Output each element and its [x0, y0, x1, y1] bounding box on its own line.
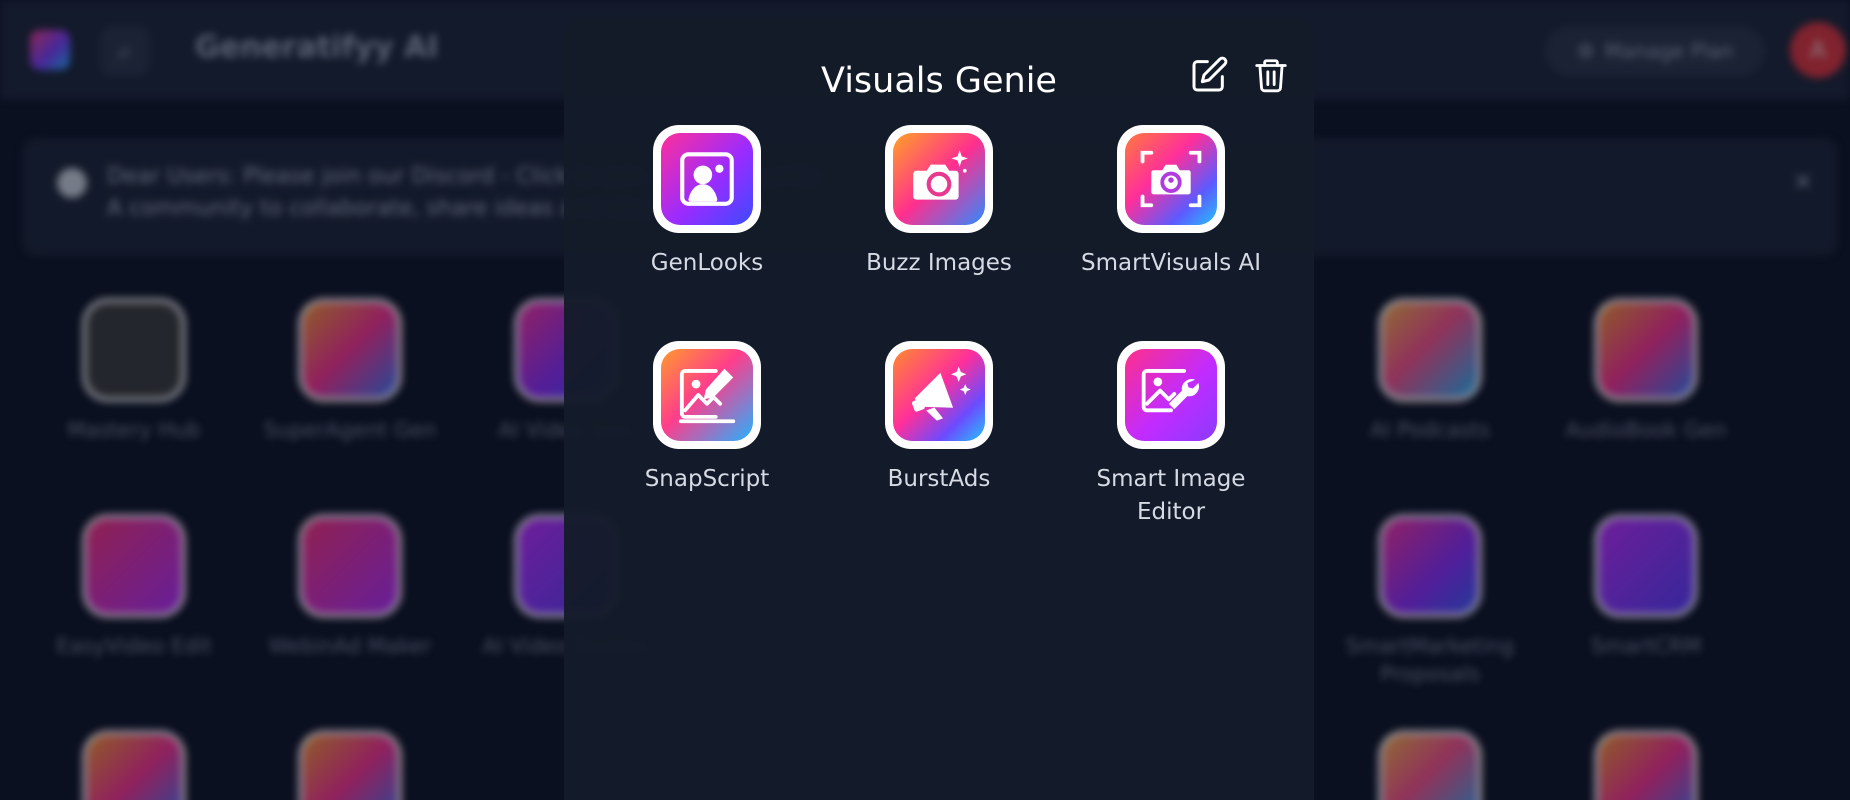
bg-app-label: EasyVideo Edit [56, 634, 212, 658]
bg-app-tile[interactable] [250, 730, 450, 800]
bg-app-label: SmartCRM [1590, 634, 1702, 658]
app-icon [1594, 298, 1698, 402]
app-label: SnapScript [644, 466, 770, 492]
bg-app-label: SmartMarketing Proposals [1345, 634, 1515, 687]
app-tile [653, 341, 761, 449]
app-label: Buzz Images [866, 250, 1012, 276]
bg-app-label: Mastery Hub [67, 418, 201, 442]
folder-modal: Visuals Genie GenLooks Buzz Images Smart… [564, 17, 1314, 800]
app-tile [1117, 125, 1225, 233]
app-icon [298, 730, 402, 800]
close-icon[interactable]: ✕ [1793, 168, 1813, 196]
app-icon [1378, 514, 1482, 618]
app-icon [1378, 730, 1482, 800]
bg-app-tile[interactable]: SuperAgent Gen [250, 298, 450, 444]
megaphone-icon [912, 366, 971, 421]
brand-logo-icon[interactable] [30, 30, 70, 70]
bg-app-label: WebinAd Maker [268, 634, 432, 658]
manage-plan-button[interactable]: ⚙ Manage Plan [1545, 26, 1765, 76]
app-burstads[interactable]: BurstAds [829, 341, 1049, 496]
page: ⌕ Generatifyy AI ⚙ Manage Plan A Dear Us… [0, 0, 1850, 800]
app-icon [1594, 514, 1698, 618]
app-icon-bg [661, 133, 753, 225]
bg-app-tile[interactable]: SmartMarketing Proposals [1330, 514, 1530, 689]
bg-app-tile[interactable]: AudioBook Gen [1546, 298, 1746, 444]
app-tile [653, 125, 761, 233]
app-icon [82, 298, 186, 402]
info-icon [57, 168, 87, 198]
app-label: SmartVisuals AI [1080, 250, 1262, 276]
search-icon: ⌕ [117, 34, 133, 67]
bg-app-tile[interactable] [34, 730, 234, 800]
bg-app-tile[interactable]: SmartCRM [1546, 514, 1746, 660]
app-genlooks[interactable]: GenLooks [597, 125, 817, 280]
app-icon-bg [893, 349, 985, 441]
bg-app-label: AI Podcasts [1370, 418, 1490, 442]
app-icon-bg [893, 133, 985, 225]
bg-app-tile[interactable]: EasyVideo Edit [34, 514, 234, 660]
delete-button[interactable] [1243, 47, 1299, 103]
app-tile [885, 341, 993, 449]
bg-app-tile[interactable]: Mastery Hub [34, 298, 234, 444]
focus-camera-icon [1140, 150, 1202, 208]
avatar[interactable]: A [1790, 22, 1846, 78]
app-icon [1594, 730, 1698, 800]
image-wrench-icon [1141, 369, 1199, 413]
bg-app-label: SuperAgent Gen [263, 418, 437, 442]
image-pencil-icon [678, 368, 736, 424]
app-buzz-images[interactable]: Buzz Images [829, 125, 1049, 280]
app-icon-bg [1125, 133, 1217, 225]
app-smartvisuals-ai[interactable]: SmartVisuals AI [1061, 125, 1281, 280]
manage-plan-label: Manage Plan [1604, 39, 1734, 63]
app-icon [298, 514, 402, 618]
app-icon-bg [661, 349, 753, 441]
app-snapscript[interactable]: SnapScript [597, 341, 817, 496]
bg-app-tile[interactable] [1330, 730, 1530, 800]
bg-app-tile[interactable]: AI Podcasts [1330, 298, 1530, 444]
app-icon [1378, 298, 1482, 402]
app-label: GenLooks [650, 250, 764, 276]
trash-icon [1255, 59, 1287, 93]
sparkle-camera-icon [913, 150, 968, 200]
bg-app-tile[interactable]: WebinAd Maker [250, 514, 450, 660]
app-smart-image-editor[interactable]: Smart Image Editor [1061, 341, 1281, 530]
bg-app-label: AudioBook Gen [1565, 418, 1727, 442]
app-tile [885, 125, 993, 233]
app-icon [82, 514, 186, 618]
app-icon [82, 730, 186, 800]
app-icon [298, 298, 402, 402]
app-label: Smart Image Editor [1096, 466, 1246, 526]
brand-name: Generatifyy AI [195, 30, 439, 65]
edit-button[interactable] [1181, 47, 1237, 103]
gear-icon: ⚙ [1576, 39, 1595, 63]
bg-app-tile[interactable] [1546, 730, 1746, 800]
portrait-image-icon [680, 152, 734, 206]
app-label: BurstAds [887, 466, 991, 492]
search-button[interactable]: ⌕ [100, 26, 150, 76]
pencil-square-icon [1192, 56, 1228, 92]
app-icon-bg [1125, 349, 1217, 441]
app-tile [1117, 341, 1225, 449]
